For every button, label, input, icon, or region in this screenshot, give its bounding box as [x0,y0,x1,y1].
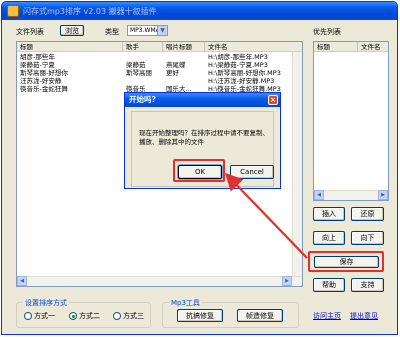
annotation-arrow [224,172,308,259]
arrow-icon [224,172,308,259]
